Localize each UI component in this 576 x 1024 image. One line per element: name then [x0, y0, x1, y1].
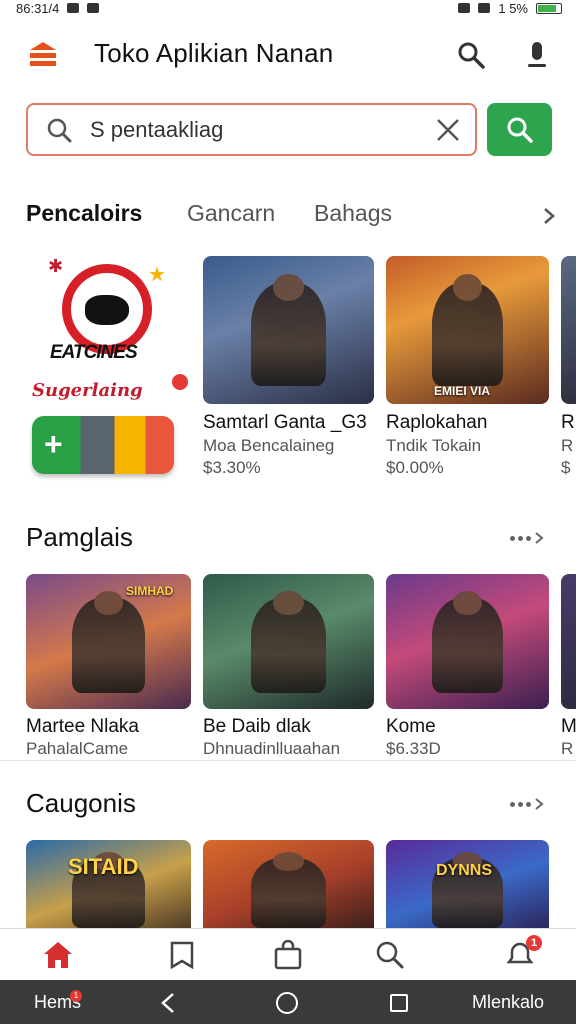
- section-title: Caugonis: [26, 788, 136, 818]
- app-card-subtitle: R: [561, 739, 574, 758]
- app-card-image: SITAID: [26, 840, 191, 928]
- chevron-right-icon: [535, 798, 544, 810]
- star-icon: ★: [148, 264, 166, 286]
- shopping-bag-icon: [274, 940, 302, 970]
- notification-badge: 1: [526, 935, 542, 951]
- category-tabs: Pencaloirs Gancarn Bahags: [26, 200, 556, 232]
- app-card-caption: DYNNS: [436, 862, 493, 879]
- status-time: 86:31/4: [16, 0, 60, 16]
- controller-sticker: +: [32, 416, 174, 474]
- search-bar: [26, 103, 477, 156]
- back-icon[interactable]: [160, 992, 176, 1014]
- search-input[interactable]: [90, 116, 410, 143]
- app-card-image: [561, 256, 576, 404]
- app-card-price: $3.30%: [203, 458, 261, 477]
- app-card-image: [203, 256, 374, 404]
- app-card-caption: SITAID: [68, 854, 139, 879]
- notification-icon: [67, 3, 80, 13]
- app-card[interactable]: Kome $6.33D: [386, 574, 549, 760]
- notification-icon: [87, 3, 100, 13]
- section-title: Pamglais: [26, 522, 133, 552]
- clear-icon[interactable]: [435, 117, 461, 143]
- plus-icon: +: [44, 426, 63, 462]
- nav-search[interactable]: [372, 937, 408, 973]
- search-icon: [507, 117, 533, 143]
- tab-pencaloirs[interactable]: Pencaloirs: [26, 200, 142, 227]
- chevron-right-icon: [535, 532, 544, 544]
- home-button-icon[interactable]: [276, 992, 298, 1014]
- status-bar: 86:31/4 1 5%: [0, 0, 576, 16]
- bell-icon: [172, 374, 188, 390]
- app-card[interactable]: EMIEI VIA Raplokahan Tndik Tokain $0.00%: [386, 256, 549, 477]
- app-card-subtitle: PahalalCame: [26, 739, 129, 758]
- app-bar: Toko Aplikian Nanan: [0, 26, 576, 82]
- app-card-caption: SIMHAD: [126, 584, 174, 598]
- app-card-image: EMIEI VIA: [386, 256, 549, 404]
- chevron-right-icon[interactable]: [542, 206, 556, 226]
- app-card-caption: EMIEI VIA: [434, 384, 491, 398]
- app-card-subtitle: Tndik Tokain: [386, 436, 482, 455]
- app-card[interactable]: M R: [561, 574, 576, 760]
- app-card-image: [561, 574, 576, 709]
- tab-gancarn[interactable]: Gancarn: [187, 200, 275, 227]
- recents-icon[interactable]: [390, 994, 408, 1012]
- app-card-title: Samtarl Ganta _G3: [203, 412, 367, 433]
- app-card[interactable]: SITAID: [26, 840, 191, 928]
- mic-icon[interactable]: [526, 40, 548, 70]
- featured-banner[interactable]: ✱ ★ EATCINES Sugerlaing +: [26, 256, 190, 478]
- nav-notifications[interactable]: 1: [502, 935, 542, 973]
- tab-bahags[interactable]: Bahags: [314, 200, 392, 227]
- app-card-subtitle: Moa Bencalaineg: [203, 436, 335, 455]
- app-card-subtitle: Dhnuadinlluaahan: [203, 739, 341, 758]
- sparkle-icon: ✱: [48, 256, 64, 276]
- home-icon: [44, 942, 72, 968]
- system-right-label[interactable]: Mlenkalo: [472, 992, 544, 1013]
- app-card-image: [386, 574, 549, 709]
- app-card-title: Martee Nlaka: [26, 716, 139, 737]
- more-button[interactable]: [510, 794, 550, 814]
- app-card-subtitle: $6.33D: [386, 739, 441, 758]
- more-button[interactable]: [510, 528, 550, 548]
- system-navigation-bar: Hems 1 Mlenkalo: [0, 980, 576, 1024]
- nav-shop[interactable]: [270, 937, 306, 973]
- app-card-title: M: [561, 716, 576, 737]
- bottom-navigation: 1: [0, 928, 576, 980]
- app-card[interactable]: SIMHAD Martee Nlaka PahalalCame: [26, 574, 191, 760]
- search-icon[interactable]: [456, 40, 486, 70]
- app-card-title: Kome: [386, 716, 436, 737]
- app-title: Toko Aplikian Nanan: [94, 38, 334, 68]
- system-badge: 1: [70, 990, 82, 1002]
- app-card[interactable]: Be Daib dlak Dhnuadinlluaahan: [203, 574, 374, 760]
- search-icon: [47, 118, 72, 142]
- search-button[interactable]: [487, 103, 552, 156]
- app-card-image: SIMHAD: [26, 574, 191, 709]
- wifi-icon: [458, 3, 471, 13]
- bookmark-icon: [170, 941, 194, 970]
- app-card[interactable]: Samtarl Ganta _G3 Moa Bencalaineg $3.30%: [203, 256, 374, 477]
- battery-icon: [536, 2, 562, 14]
- battery-percent: 1 5%: [498, 0, 528, 16]
- app-card-subtitle: R: [561, 436, 574, 455]
- search-icon: [376, 941, 404, 969]
- banner-logo: [62, 264, 152, 354]
- banner-title: EATCINES: [50, 342, 138, 363]
- app-card[interactable]: [203, 840, 374, 928]
- app-card[interactable]: DYNNS: [386, 840, 549, 928]
- divider: [0, 760, 576, 761]
- app-card-title: Raplokahan: [386, 412, 488, 433]
- app-card-image: [203, 574, 374, 709]
- menu-icon[interactable]: [28, 40, 58, 68]
- app-card-price: $: [561, 458, 571, 476]
- signal-icon: [478, 3, 491, 13]
- app-card-image: [203, 840, 374, 928]
- app-card[interactable]: R R $: [561, 256, 576, 476]
- app-card-image: DYNNS: [386, 840, 549, 928]
- app-card-title: Be Daib dlak: [203, 716, 311, 737]
- app-card-price: $0.00%: [386, 458, 444, 477]
- nav-library[interactable]: [164, 937, 200, 973]
- banner-subtitle: Sugerlaing: [32, 380, 143, 401]
- app-card-title: R: [561, 412, 575, 433]
- nav-home[interactable]: [40, 937, 76, 973]
